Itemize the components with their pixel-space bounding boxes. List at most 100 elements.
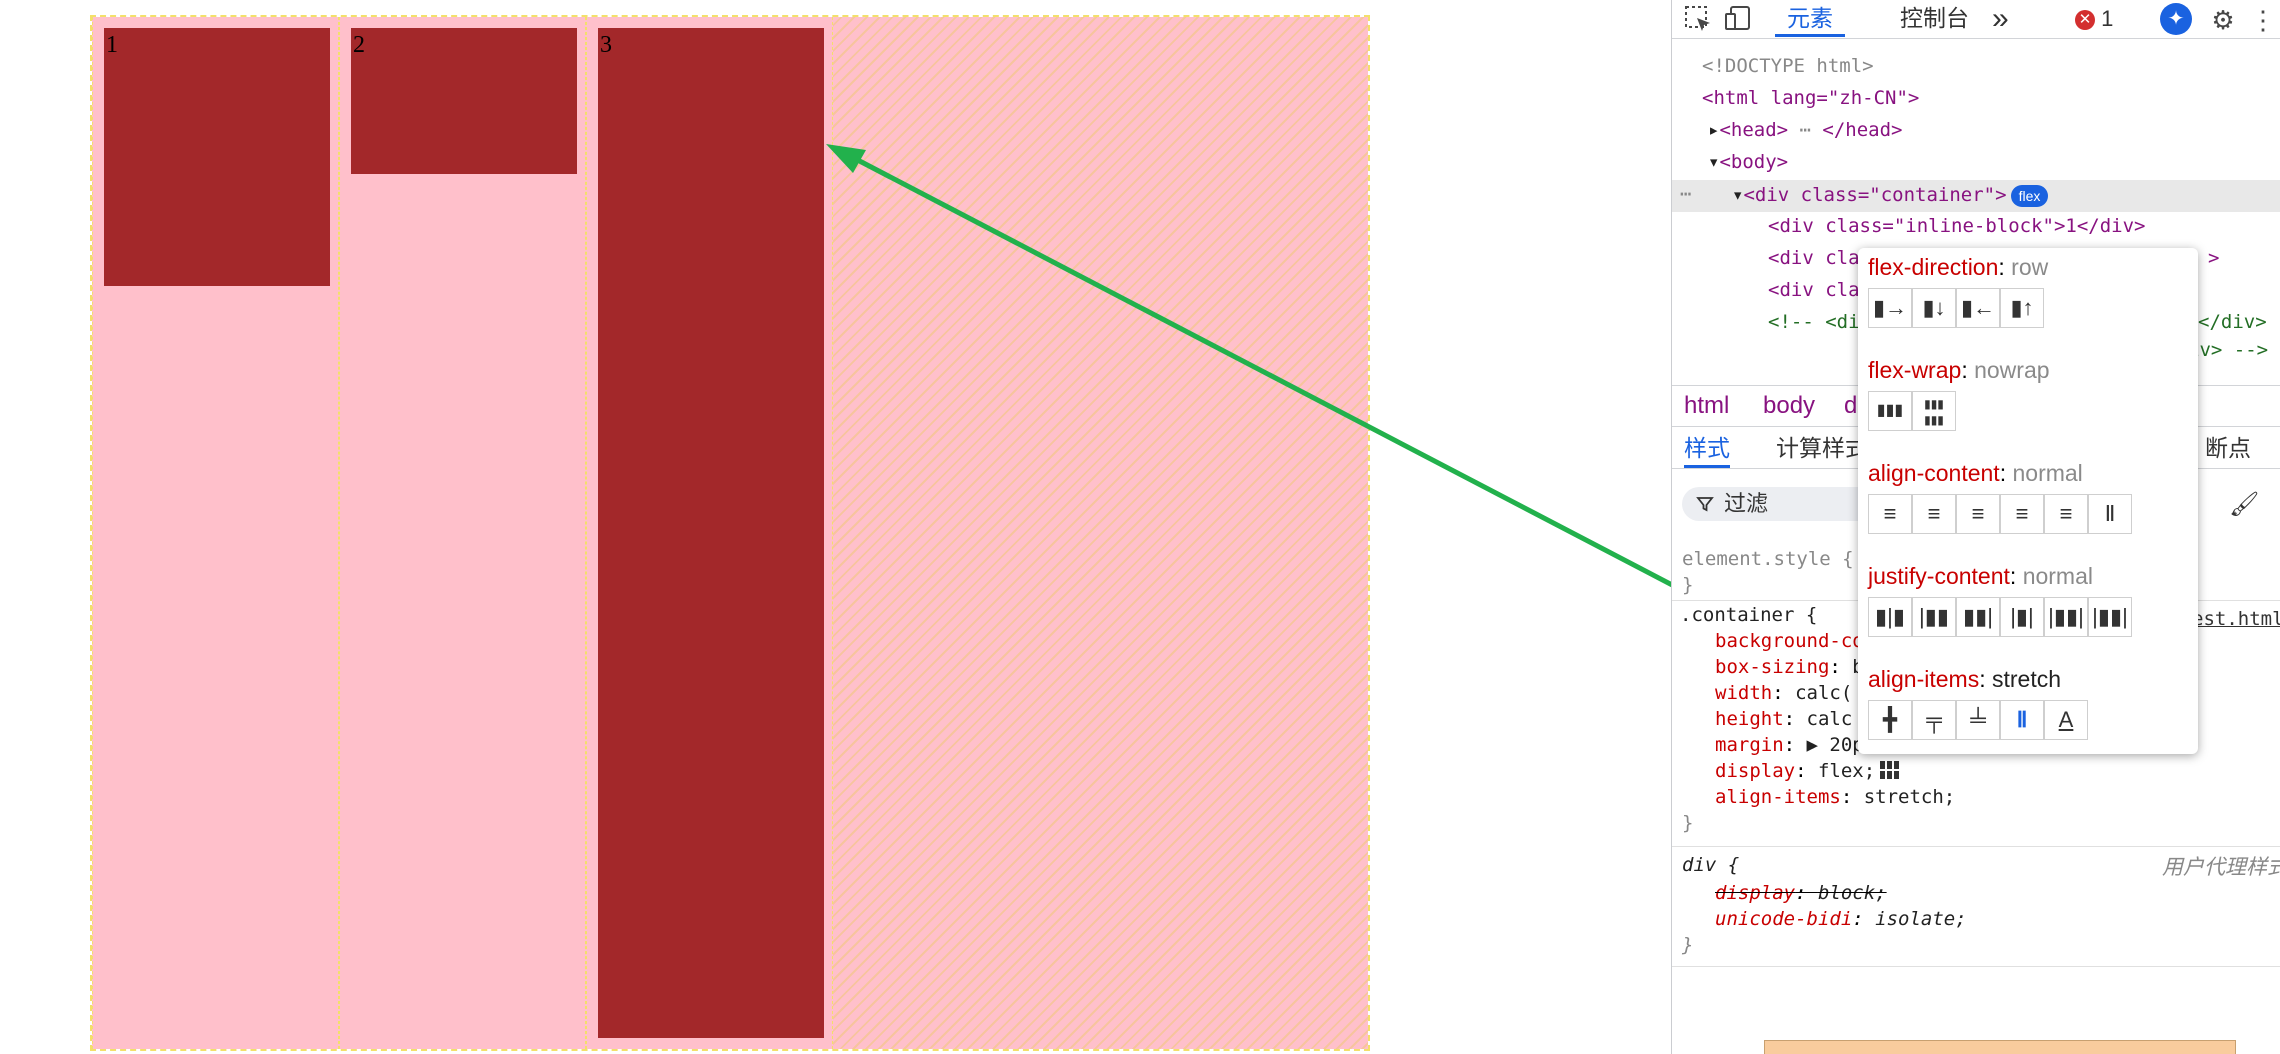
prop-height[interactable]: height: calc xyxy=(1715,706,1852,732)
flex-direction-column-reverse-icon[interactable]: ▮↑ xyxy=(2000,288,2044,328)
align-content-stretch-icon[interactable]: Ⅱ xyxy=(2088,494,2132,534)
child-node-3[interactable]: <div cla xyxy=(1768,276,1860,304)
flex-wrap-nowrap-icon[interactable]: ▮▮▮ xyxy=(1868,391,1912,431)
container-tag: <div class="container"> xyxy=(1743,184,2007,206)
comment-node[interactable]: <!-- <di xyxy=(1768,308,1860,336)
align-items-flex-end-icon[interactable]: ╧ xyxy=(1956,700,2000,740)
flex-badge[interactable]: flex xyxy=(2010,185,2049,207)
flex-wrap-row: flex-wrap: nowrap xyxy=(1868,357,2050,383)
settings-gear-icon[interactable]: ⚙ xyxy=(2207,4,2239,36)
body-node[interactable]: ▾<body> xyxy=(1708,148,1788,176)
source-link[interactable]: est.html xyxy=(2192,606,2280,632)
prop-name: flex-direction xyxy=(1868,254,1999,280)
tab-elements[interactable]: 元素 xyxy=(1775,0,1845,37)
prop-name: align-items xyxy=(1868,666,1980,692)
flex-direction-column-icon[interactable]: ▮↓ xyxy=(1912,288,1956,328)
tab-breakpoints[interactable]: 断点 xyxy=(2205,428,2251,468)
child-node-1[interactable]: <div class="inline-block">1</div> xyxy=(1768,212,2146,240)
align-items-stretch-icon[interactable]: Ⅱ xyxy=(2000,700,2044,740)
child-node-2[interactable]: <div cla xyxy=(1768,244,1860,272)
justify-content-flex-start-icon[interactable]: |▮▮ xyxy=(1912,597,1956,637)
expand-triangle-icon[interactable]: ▸ xyxy=(1708,119,1719,141)
prop-margin[interactable]: margin: ▶ 20p xyxy=(1715,732,1864,758)
rule-divider xyxy=(1672,846,2280,847)
collapse-triangle-icon[interactable]: ▾ xyxy=(1708,151,1719,173)
flex-wrap-wrap-icon[interactable]: ▮▮▮ ▮▮▮ xyxy=(1912,391,1956,431)
prop-value: nowrap xyxy=(1974,357,2050,383)
align-items-row: align-items: stretch xyxy=(1868,666,2062,692)
container-selector[interactable]: .container { xyxy=(1680,602,1817,628)
crumb-body[interactable]: body xyxy=(1763,386,1815,426)
doctype-node[interactable]: <!DOCTYPE html> xyxy=(1702,52,1874,80)
prop-value: normal xyxy=(2012,460,2083,486)
error-counter[interactable]: ✕ 1 xyxy=(2075,6,2113,32)
styles-filter-input[interactable]: 过滤 xyxy=(1682,487,1882,521)
body-tag: <body> xyxy=(1719,151,1789,173)
tab-computed[interactable]: 计算样式 xyxy=(1776,428,1868,468)
head-node[interactable]: ▸<head> ⋯ </head> xyxy=(1708,116,1903,144)
align-content-center-icon[interactable]: ≡ xyxy=(1868,494,1912,534)
error-icon: ✕ xyxy=(2075,10,2095,30)
container-node[interactable]: ▾<div class="container"> flex xyxy=(1732,181,2049,209)
align-items-flex-start-icon[interactable]: ╤ xyxy=(1912,700,1956,740)
flex-direction-row-reverse-icon[interactable]: ▮← xyxy=(1956,288,2000,328)
align-content-space-around-icon[interactable]: ≡ xyxy=(2000,494,2044,534)
ua-prop-display: display: block; xyxy=(1715,882,1887,904)
align-items-baseline-icon[interactable]: A xyxy=(2044,700,2088,740)
prop-value: row xyxy=(2011,254,2049,280)
crumb-html[interactable]: html xyxy=(1684,386,1729,426)
prop-display[interactable]: display: flex; xyxy=(1715,758,1901,784)
prop-name: justify-content xyxy=(1868,563,2010,589)
child-node-2-tail: > xyxy=(2208,247,2220,269)
filter-icon xyxy=(1696,487,1714,521)
align-content-flex-end-icon[interactable]: ≡ xyxy=(1956,494,2000,534)
align-items-center-icon[interactable]: ╋ xyxy=(1868,700,1912,740)
flex-direction-row: flex-direction: row xyxy=(1868,254,2049,280)
head-close-tag: </head> xyxy=(1822,119,1903,141)
align-content-flex-start-icon[interactable]: ≡ xyxy=(1912,494,1956,534)
comment-close-tail: </div> xyxy=(2198,311,2267,333)
devtools-toolbar: 元素 控制台 » ✕ 1 ✦ ⚙ ⋮ xyxy=(1672,0,2280,39)
error-count: 1 xyxy=(2101,6,2114,31)
filter-placeholder: 过滤 xyxy=(1724,491,1769,516)
format-painter-icon[interactable]: 🖌 xyxy=(2229,490,2259,519)
prop-background-color[interactable]: background-co xyxy=(1715,628,1864,654)
device-toolbar-icon[interactable] xyxy=(1722,4,1754,36)
tab-console[interactable]: 控制台 xyxy=(1900,0,1969,37)
ua-selector[interactable]: div { xyxy=(1682,852,1739,878)
inspect-element-icon[interactable] xyxy=(1682,4,1714,36)
justify-content-flex-end-icon[interactable]: ▮▮| xyxy=(1956,597,2000,637)
justify-content-space-around-icon[interactable]: |▮▮| xyxy=(2044,597,2088,637)
justify-content-row: justify-content: normal xyxy=(1868,563,2093,589)
comment-tail: iv> --> xyxy=(2188,339,2269,361)
more-options-icon[interactable]: ⋮ xyxy=(2247,4,2279,36)
align-content-row: align-content: normal xyxy=(1868,460,2083,486)
justify-content-center-icon[interactable]: ▮|▮ xyxy=(1868,597,1912,637)
ai-assistant-icon[interactable]: ✦ xyxy=(2160,3,2192,35)
crumb-div[interactable]: d xyxy=(1844,386,1857,426)
prop-align-items[interactable]: align-items: stretch; xyxy=(1715,784,1955,810)
prop-value: stretch xyxy=(1992,666,2062,692)
ua-prop-unicode-bidi: unicode-bidi: isolate; xyxy=(1715,908,1967,930)
prop-width[interactable]: width: calc( xyxy=(1715,680,1852,706)
justify-content-space-evenly-icon[interactable]: |▮▮| xyxy=(2088,597,2132,637)
element-style-close: } xyxy=(1682,574,1694,596)
element-style-selector[interactable]: element.style { xyxy=(1682,546,1854,572)
node-actions-icon[interactable]: ⋯ xyxy=(1680,180,1691,208)
more-tabs-icon[interactable]: » xyxy=(1992,0,2009,37)
tab-styles[interactable]: 样式 xyxy=(1684,428,1730,468)
ua-label: 用户代理样式 xyxy=(2162,855,2280,879)
arrow-head xyxy=(826,144,866,173)
flexbox-editor-icon[interactable] xyxy=(1879,760,1901,787)
prop-box-sizing[interactable]: box-sizing: b xyxy=(1715,654,1864,680)
ellipsis-badge[interactable]: ⋯ xyxy=(1788,119,1822,141)
html-node[interactable]: <html lang="zh-CN"> xyxy=(1702,84,1919,112)
justify-content-space-between-icon[interactable]: |▮| xyxy=(2000,597,2044,637)
container-rule-close: } xyxy=(1682,812,1694,834)
ua-rule-close: } xyxy=(1682,934,1694,956)
align-content-space-between-icon[interactable]: ≡ xyxy=(2044,494,2088,534)
head-tag: <head> xyxy=(1719,119,1789,141)
rule-divider xyxy=(1672,966,2280,967)
flex-direction-row-icon[interactable]: ▮→ xyxy=(1868,288,1912,328)
collapse-triangle-icon[interactable]: ▾ xyxy=(1732,184,1743,206)
